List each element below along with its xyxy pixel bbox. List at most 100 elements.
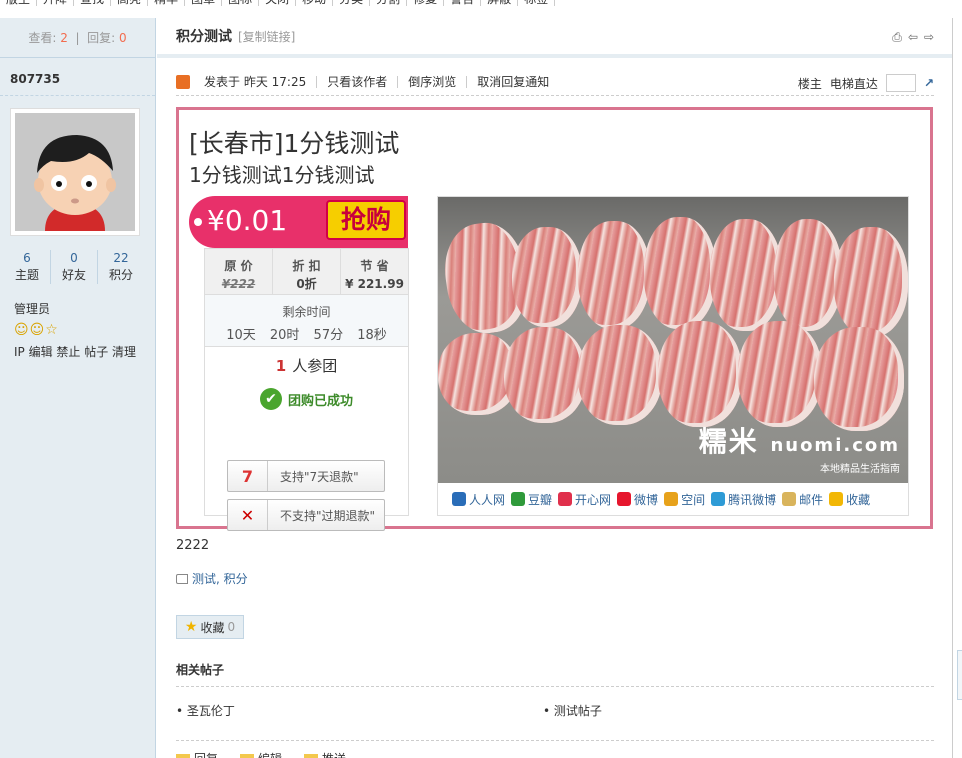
replies-label: 回复: bbox=[87, 31, 116, 45]
topnav-item[interactable]: 图标 bbox=[222, 0, 260, 6]
divider bbox=[176, 686, 934, 687]
topnav-item[interactable]: 关闭 bbox=[259, 0, 297, 6]
author-username[interactable]: 807735 bbox=[0, 58, 155, 96]
share-link[interactable]: 微博 bbox=[617, 491, 658, 508]
share-icon bbox=[617, 492, 632, 506]
tag-hole-icon bbox=[194, 218, 202, 226]
post-main: 积分测试 [复制链接] ⎙ ⇦ ⇨ 发表于 昨天 17:25 只看该作者 倒序浏… bbox=[157, 18, 952, 758]
countdown-time: 10天 20时 57分 18秒 bbox=[226, 328, 387, 343]
share-icon bbox=[452, 492, 466, 506]
buy-button[interactable]: 抢购 bbox=[326, 200, 406, 240]
side-tab[interactable] bbox=[957, 650, 962, 700]
deal-title[interactable]: [长春市]1分钱测试 bbox=[189, 124, 399, 160]
deal-price: ¥0.01 bbox=[207, 204, 288, 237]
share-icon bbox=[711, 492, 726, 506]
share-icon bbox=[829, 492, 844, 506]
share-link[interactable]: 人人网 bbox=[452, 491, 505, 508]
views-label: 查看: bbox=[28, 31, 57, 45]
topnav-item[interactable]: 屏蔽 bbox=[481, 0, 519, 6]
only-author-link[interactable]: 只看该作者 bbox=[317, 75, 399, 88]
post-meta-bar: 发表于 昨天 17:25 只看该作者 倒序浏览 取消回复通知 楼主 电梯直达 ↗ bbox=[176, 68, 934, 96]
share-icon bbox=[782, 492, 797, 506]
thread-title: 积分测试 bbox=[176, 29, 232, 45]
stat-points[interactable]: 22 积分 bbox=[98, 250, 144, 284]
topnav-item[interactable]: 精华 bbox=[148, 0, 186, 6]
topnav-item[interactable]: 标签 bbox=[518, 0, 556, 6]
share-bar: 人人网 豆瓣 开心网 微博 空间 腾讯微博 邮件 收藏 bbox=[438, 483, 908, 515]
savings: 节 省 ¥ 221.99 bbox=[345, 259, 404, 291]
share-icon bbox=[558, 492, 573, 506]
user-role[interactable]: 管理员 bbox=[0, 284, 155, 317]
rank-stars-icon: ☺☺☆ bbox=[14, 322, 59, 338]
share-link[interactable]: 收藏 bbox=[829, 491, 870, 508]
topnav-item[interactable]: 分类 bbox=[333, 0, 371, 6]
deal-photo[interactable]: 糯米 nuomi.com 本地精品生活指南 bbox=[438, 197, 908, 483]
admin-links[interactable]: IP 编辑 禁止 帖子 清理 bbox=[0, 338, 155, 360]
post-body: 2222 bbox=[176, 538, 210, 553]
right-scroll-edge bbox=[952, 18, 962, 758]
countdown: 剩余时间 10天 20时 57分 18秒 bbox=[205, 295, 408, 347]
topnav-item[interactable]: 警告 bbox=[444, 0, 482, 6]
elevator-go-icon[interactable]: ↗ bbox=[924, 76, 934, 90]
deal-info-panel: 原 价 ¥222 折 扣 0折 节 省 ¥ 221.99 剩余时间 10天 20时 5… bbox=[204, 248, 409, 531]
share-link[interactable]: 开心网 bbox=[558, 491, 611, 508]
post-actions: 回复 编辑 推送 bbox=[176, 750, 346, 758]
copy-link-button[interactable]: [复制链接] bbox=[238, 28, 295, 45]
thread-title-bar: 积分测试 [复制链接] ⎙ ⇦ ⇨ bbox=[157, 18, 952, 58]
expired-refund-button[interactable]: ✕ 不支持"过期退款" bbox=[227, 499, 385, 531]
online-user-icon bbox=[176, 74, 190, 89]
related-item[interactable]: • 圣瓦伦丁 bbox=[176, 702, 235, 719]
deal-image-panel: 糯米 nuomi.com 本地精品生活指南 人人网 豆瓣 开心网 微博 空间 腾讯微博 邮件… bbox=[437, 196, 909, 516]
share-link[interactable]: 腾讯微博 bbox=[711, 491, 776, 508]
topnav-item[interactable]: 分割 bbox=[370, 0, 408, 6]
floor-label[interactable]: 楼主 bbox=[798, 75, 822, 92]
refund-7day-button[interactable]: 7 支持"7天退款" bbox=[227, 460, 385, 492]
posted-time: 发表于 昨天 17:25 bbox=[194, 75, 318, 88]
next-thread-icon[interactable]: ⇨ bbox=[924, 30, 934, 45]
reverse-order-link[interactable]: 倒序浏览 bbox=[398, 75, 468, 88]
share-link[interactable]: 空间 bbox=[664, 491, 705, 508]
star-icon: ★ bbox=[184, 619, 198, 635]
edit-button[interactable]: 编辑 bbox=[240, 750, 282, 758]
topnav-item[interactable]: 版主 bbox=[0, 0, 38, 6]
avatar[interactable] bbox=[10, 108, 140, 236]
cancel-notify-link[interactable]: 取消回复通知 bbox=[467, 76, 559, 88]
topnav-item[interactable]: 高亮 bbox=[111, 0, 149, 6]
avatar-cartoon-icon bbox=[15, 113, 135, 231]
topnav-item[interactable]: 查找 bbox=[74, 0, 112, 6]
groupbuy-card: [长春市]1分钱测试 1分钱测试1分钱测试 ¥0.01 抢购 原 价 ¥222 折… bbox=[176, 107, 933, 531]
topnav-item[interactable]: 图章 bbox=[185, 0, 223, 6]
topnav-item[interactable]: 修复 bbox=[407, 0, 445, 6]
print-icon[interactable]: ⎙ bbox=[892, 30, 902, 45]
price-banner: ¥0.01 抢购 bbox=[189, 196, 408, 248]
view-reply-counts: 查看: 2 | 回复: 0 bbox=[0, 18, 155, 58]
topnav-item[interactable]: 移动 bbox=[296, 0, 334, 6]
nuomi-watermark: 糯米 nuomi.com 本地精品生活指南 bbox=[698, 425, 900, 475]
push-button[interactable]: 推送 bbox=[304, 750, 346, 758]
topnav-item[interactable]: 升降 bbox=[37, 0, 75, 6]
author-stats: 6 主题 0 好友 22 积分 bbox=[4, 250, 144, 284]
joined-count: 1 人参团 bbox=[275, 357, 338, 375]
related-item[interactable]: • 测试帖子 bbox=[543, 702, 602, 719]
stat-friends[interactable]: 0 好友 bbox=[51, 250, 98, 284]
share-link[interactable]: 豆瓣 bbox=[511, 491, 552, 508]
prev-thread-icon[interactable]: ⇦ bbox=[908, 30, 918, 45]
no-refund-icon: ✕ bbox=[228, 500, 268, 530]
check-icon: ✔ bbox=[259, 388, 282, 410]
stat-topics[interactable]: 6 主题 bbox=[4, 250, 51, 284]
original-price: 原 价 ¥222 bbox=[205, 249, 273, 294]
favorite-button[interactable]: ★ 收藏 0 bbox=[176, 615, 244, 639]
divider bbox=[176, 740, 934, 741]
related-title: 相关帖子 bbox=[176, 663, 225, 677]
discount: 折 扣 0折 bbox=[273, 249, 341, 294]
sidebar: 查看: 2 | 回复: 0 807735 6 主题 0 好友 22 积分 管理员 ☺☺… bbox=[0, 18, 156, 758]
tag-links[interactable]: 测试, 积分 bbox=[192, 570, 248, 587]
share-link[interactable]: 邮件 bbox=[782, 491, 823, 508]
reply-button[interactable]: 回复 bbox=[176, 750, 218, 758]
share-icon bbox=[511, 492, 526, 506]
post-tags: 测试, 积分 bbox=[176, 570, 248, 587]
refund-icon: 7 bbox=[228, 461, 268, 491]
deal-success: ✔ 团购已成功 bbox=[205, 388, 408, 410]
elevator-input[interactable] bbox=[885, 74, 916, 92]
replies-count: 0 bbox=[119, 31, 127, 45]
